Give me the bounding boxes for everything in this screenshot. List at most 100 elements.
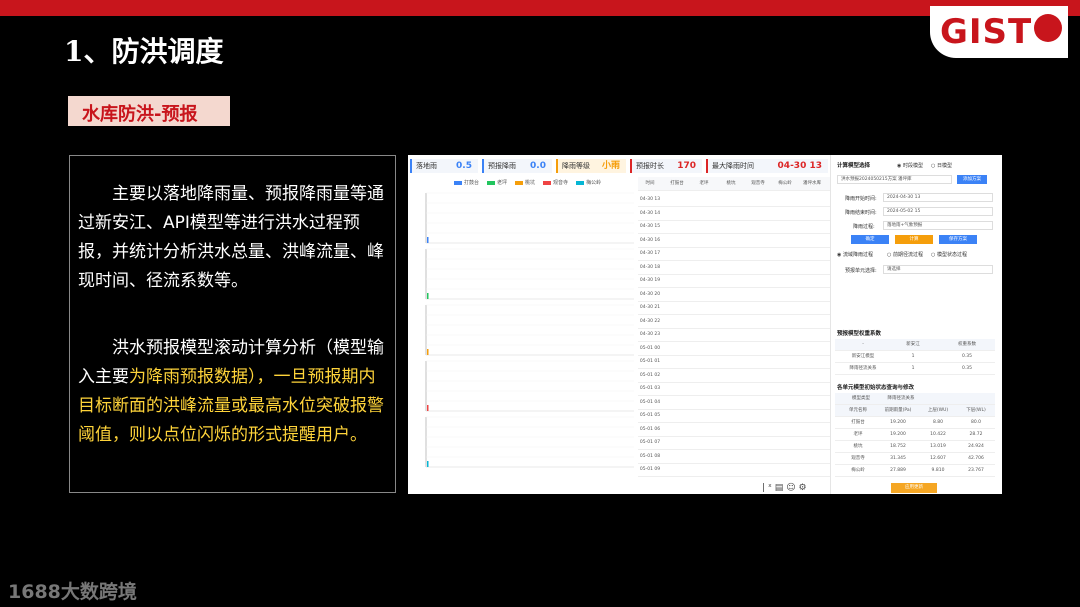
start-time-input[interactable]: 2024-04-30 13 — [883, 193, 993, 202]
process-select[interactable]: 落地雨+气象预报 — [883, 221, 993, 230]
radio-model-state-label: 模型状态过程 — [936, 252, 967, 258]
end-time-input[interactable]: 2024-05-02 15 — [883, 207, 993, 216]
slide-title: 1、防洪调度 — [64, 35, 224, 68]
clipboard-icon[interactable]: ▤ — [775, 483, 784, 493]
table-row: 04-30 20 — [638, 288, 830, 302]
weight-row: 新安江模型 1 0.35 — [835, 351, 995, 363]
init-row: 桃坑 18.752 13.019 24.924 — [835, 441, 995, 453]
radio-runoff[interactable]: ○ 前期径流过程 — [887, 251, 923, 258]
init-state-title: 各单元模型初始状态查询与修改 — [837, 385, 915, 391]
init-cell[interactable]: 19.200 — [879, 429, 917, 440]
init-cell[interactable]: 12.607 — [919, 453, 957, 464]
init-cell[interactable]: 42.706 — [957, 453, 995, 464]
calc-select-title: 计算模型选择 — [837, 163, 871, 169]
slide-subtitle: 水库防洪-预报 — [82, 104, 198, 125]
init-cell[interactable]: 80.0 — [957, 417, 995, 428]
table-row: 04-30 22 — [638, 315, 830, 329]
scheme-select[interactable]: 洪水预报2024050215方案 潘坪库 — [837, 175, 952, 184]
time-cell: 04-30 14 — [639, 210, 661, 216]
emoji-icon[interactable]: ☺ — [786, 483, 795, 493]
init-cell[interactable]: 18.752 — [879, 441, 917, 452]
stat-label: 落地雨 — [416, 162, 437, 170]
time-cell: 05-01 07 — [639, 440, 661, 445]
bottom-toolbar: | ˣ ▤ ☺ ⚙ — [760, 483, 809, 493]
init-row: 梅公岭 27.889 9.810 23.767 — [835, 465, 995, 477]
time-cell: 05-01 08 — [639, 453, 661, 459]
end-time-label: 降雨结束时间: — [845, 210, 877, 216]
table-row: 05-01 00 — [638, 342, 830, 356]
column-header: 观音寺 — [751, 181, 765, 186]
paragraph-1-text: 主要以落地降雨量、预报降雨量等通过新安江、API模型等进行洪水过程预报，并统计分… — [78, 184, 384, 291]
init-cell[interactable]: 19.200 — [879, 417, 917, 428]
init-header: 模型类型 — [852, 396, 870, 401]
time-cell: 04-30 17 — [639, 251, 661, 256]
init-cell[interactable]: 24.924 — [957, 441, 995, 452]
weight-cell: 新安江模型 — [851, 354, 875, 359]
table-row: 05-01 06 — [638, 423, 830, 437]
time-cell: 05-01 02 — [639, 372, 661, 378]
legend-swatch — [543, 180, 552, 185]
init-cell[interactable]: 9.810 — [919, 465, 957, 476]
init-cell: 打鼓台 — [851, 420, 865, 425]
weight-cell: 0.35 — [961, 354, 973, 359]
stat-value: 0.5 — [456, 161, 472, 171]
logo-circle-icon — [1034, 14, 1062, 42]
init-cell[interactable]: 28.72 — [957, 429, 995, 440]
table-row: 04-30 13 — [638, 193, 830, 207]
radio-basin-rain[interactable]: ◉ 流域降雨过程 — [837, 251, 873, 258]
top-accent-bar — [0, 0, 1080, 16]
weight-cell[interactable]: 1 — [891, 351, 935, 362]
legend-swatch — [454, 180, 462, 185]
rain-bar — [427, 237, 429, 243]
init-cell[interactable]: 31.345 — [879, 453, 917, 464]
table-row: 04-30 17 — [638, 247, 830, 261]
time-cell: 04-30 15 — [639, 224, 661, 229]
logo: GIST — [930, 6, 1068, 58]
time-cell: 05-01 09 — [639, 467, 661, 472]
table-row: 04-30 23 — [638, 328, 830, 342]
radio-model-state[interactable]: ○ 模型状态过程 — [931, 251, 967, 258]
init-cell[interactable]: 23.767 — [957, 465, 995, 476]
option-period-model[interactable]: ◉ 时段模型 — [897, 162, 923, 169]
weight-title: 预报模型权重系数 — [837, 331, 882, 337]
weight-header: 新安江 — [906, 342, 920, 347]
rain-bar — [427, 293, 429, 299]
stat-4: 最大降雨时间 04-30 13 — [706, 159, 828, 173]
table-row: 05-01 08 — [638, 450, 830, 464]
unit-select[interactable]: 请选择 — [883, 265, 993, 274]
init-cell[interactable]: 13.019 — [919, 441, 957, 452]
calculate-button[interactable]: 计算 — [895, 235, 933, 244]
add-scheme-button[interactable]: 添加方案 — [957, 175, 987, 184]
description-box: 主要以落地降雨量、预报降雨量等通过新安江、API模型等进行洪水过程预报，并统计分… — [69, 155, 396, 493]
settings-icon[interactable]: ⚙ — [798, 483, 806, 493]
stat-3: 预报时长 170 — [630, 159, 702, 173]
table-row: 04-30 19 — [638, 274, 830, 288]
init-cell[interactable]: 8.80 — [919, 417, 957, 428]
stat-1: 预报降雨 0.0 — [482, 159, 552, 173]
table-row: 05-01 02 — [638, 369, 830, 383]
table-row: 05-01 03 — [638, 382, 830, 396]
table-header: 时间 打鼓台 老坪 桃坑 观音寺 梅公岭 潘坪水库 — [638, 177, 830, 191]
save-scheme-button[interactable]: 保存方案 — [939, 235, 977, 244]
apply-update-button[interactable]: 应用更新 — [891, 483, 937, 493]
stat-value: 小雨 — [601, 161, 620, 171]
stat-label: 最大降雨时间 — [712, 162, 754, 170]
subtitle-box: 水库防洪-预报 — [68, 96, 230, 126]
paragraph-2: 洪水预报模型滚动计算分析（模型输入主要为降雨预报数据），一旦预报期内目标断面的洪… — [78, 334, 390, 450]
lang-icon[interactable]: ˣ — [768, 483, 772, 493]
weight-cell[interactable]: 1 — [891, 363, 935, 374]
option-day-model[interactable]: ○ 日模型 — [931, 162, 952, 169]
column-header: 老坪 — [699, 181, 709, 186]
init-cell: 观音寺 — [851, 456, 865, 461]
model-panel: 计算模型选择 ◉ 时段模型 ○ 日模型 洪水预报2024050215方案 潘坪库… — [830, 155, 1002, 494]
stat-bar: 落地雨 0.5 预报降雨 0.0 降雨等级 小雨 预报时长 170 最大降雨时间 04-30 13 — [408, 155, 830, 177]
init-cell[interactable]: 10.422 — [919, 429, 957, 440]
init-cell[interactable]: 27.889 — [879, 465, 917, 476]
time-cell: 05-01 00 — [639, 345, 661, 351]
confirm-button[interactable]: 确定 — [851, 235, 889, 244]
cursor-icon[interactable]: | — [762, 483, 765, 493]
column-header: 潘坪水库 — [803, 181, 821, 186]
time-cell: 04-30 20 — [639, 291, 661, 297]
weight-row: - 新安江 权重系数 — [835, 339, 995, 351]
rain-bar — [427, 405, 429, 411]
